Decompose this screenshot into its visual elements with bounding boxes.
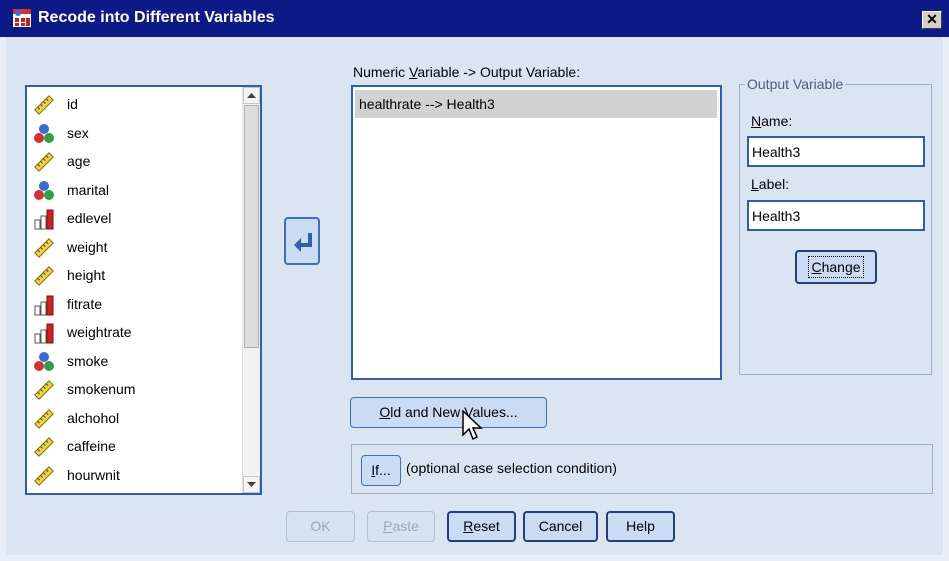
variable-item-edlevel[interactable]: edlevel (33, 205, 238, 233)
scale-ruler-icon (33, 151, 55, 173)
variable-item-smoke[interactable]: smoke (33, 348, 238, 376)
mouse-cursor-icon (462, 410, 483, 441)
title-bar: Recode into Different Variables ✕ (0, 0, 949, 37)
variable-item-height[interactable]: height (33, 262, 238, 290)
mapping-item-label: healthrate --> Health3 (359, 96, 495, 112)
scroll-up-arrow-icon (247, 93, 256, 98)
variable-label: smoke (67, 352, 109, 369)
help-button[interactable]: Help (606, 511, 675, 542)
variable-label: fitrate (67, 295, 103, 312)
variable-item-weightrate[interactable]: weightrate (33, 319, 238, 347)
ordinal-bars-icon (33, 294, 55, 316)
nominal-balls-icon (33, 351, 55, 373)
spss-app-icon (13, 9, 31, 27)
name-input[interactable]: Health3 (747, 136, 925, 167)
scale-ruler-icon (33, 408, 55, 430)
variable-label: marital (67, 181, 110, 198)
variable-label: height (67, 267, 106, 283)
ordinal-bars-icon (33, 208, 55, 230)
output-variable-legend: Output Variable (745, 76, 846, 92)
ok-button[interactable]: OK (286, 511, 355, 542)
ordinal-bars-icon (33, 322, 55, 344)
numeric-output-list-label: Numeric Variable -> Output Variable: (353, 64, 581, 80)
scale-ruler-icon (33, 465, 55, 487)
close-icon: ✕ (926, 11, 938, 27)
variable-label: smokenum (67, 381, 136, 397)
source-variable-list[interactable]: id sex age marital edlevel weight height fitrat… (25, 85, 262, 495)
mapping-item[interactable]: healthrate --> Health3 (355, 90, 717, 118)
variable-label: weightrate (67, 324, 132, 340)
scale-ruler-icon (33, 379, 55, 401)
variable-label: alchohol (67, 409, 120, 426)
variable-item-fitrate[interactable]: fitrate (33, 291, 238, 319)
scroll-down-arrow-icon (247, 482, 256, 487)
numeric-output-variable-list[interactable]: healthrate --> Health3 (351, 85, 722, 380)
label-input-value: Health3 (752, 208, 801, 224)
variable-item-smokenum[interactable]: smokenum (33, 376, 238, 404)
cancel-button[interactable]: Cancel (523, 511, 598, 542)
move-variable-button[interactable] (284, 217, 320, 265)
scroll-up-button[interactable] (243, 87, 260, 104)
variable-label: sex (67, 124, 89, 141)
variable-list-scrollbar[interactable] (242, 87, 260, 493)
variable-item-weight[interactable]: weight (33, 234, 238, 262)
variable-item-id[interactable]: id (33, 91, 238, 119)
variable-label: age (67, 153, 91, 169)
variable-item-hourwnit[interactable]: hourwnit (33, 462, 238, 490)
change-button[interactable]: Change (795, 250, 877, 284)
variable-item-alchohol[interactable]: alchohol (33, 405, 238, 433)
move-arrow-icon (294, 233, 312, 252)
variable-item-marital[interactable]: marital (33, 177, 238, 205)
scale-ruler-icon (33, 265, 55, 287)
variable-label: id (67, 96, 78, 112)
paste-button[interactable]: Paste (367, 511, 435, 542)
window-title: Recode into Different Variables (38, 9, 275, 26)
label-input[interactable]: Health3 (747, 200, 925, 231)
reset-button[interactable]: Reset (447, 511, 516, 542)
scale-ruler-icon (33, 436, 55, 458)
scroll-down-button[interactable] (243, 476, 260, 493)
variable-label: edlevel (67, 210, 112, 226)
scale-ruler-icon (33, 94, 55, 116)
if-condition-caption: (optional case selection condition) (406, 460, 617, 476)
variable-label: weight (67, 238, 108, 255)
label-label: Label: (751, 176, 790, 192)
variable-item-sex[interactable]: sex (33, 120, 238, 148)
variable-label: hourwnit (67, 466, 120, 483)
scale-ruler-icon (33, 237, 55, 259)
name-label: Name: (751, 113, 793, 129)
window-frame-right (943, 37, 949, 561)
nominal-balls-icon (33, 180, 55, 202)
close-button[interactable]: ✕ (922, 11, 942, 29)
variable-item-age[interactable]: age (33, 148, 238, 176)
variable-label: caffeine (67, 438, 116, 454)
name-input-value: Health3 (752, 144, 801, 160)
window-frame-bottom (0, 555, 949, 561)
if-button[interactable]: If... (361, 455, 401, 486)
old-and-new-values-button[interactable]: Old and New Values... (350, 397, 547, 428)
scroll-thumb[interactable] (244, 105, 259, 348)
nominal-balls-icon (33, 123, 55, 145)
variable-item-caffeine[interactable]: caffeine (33, 433, 238, 461)
